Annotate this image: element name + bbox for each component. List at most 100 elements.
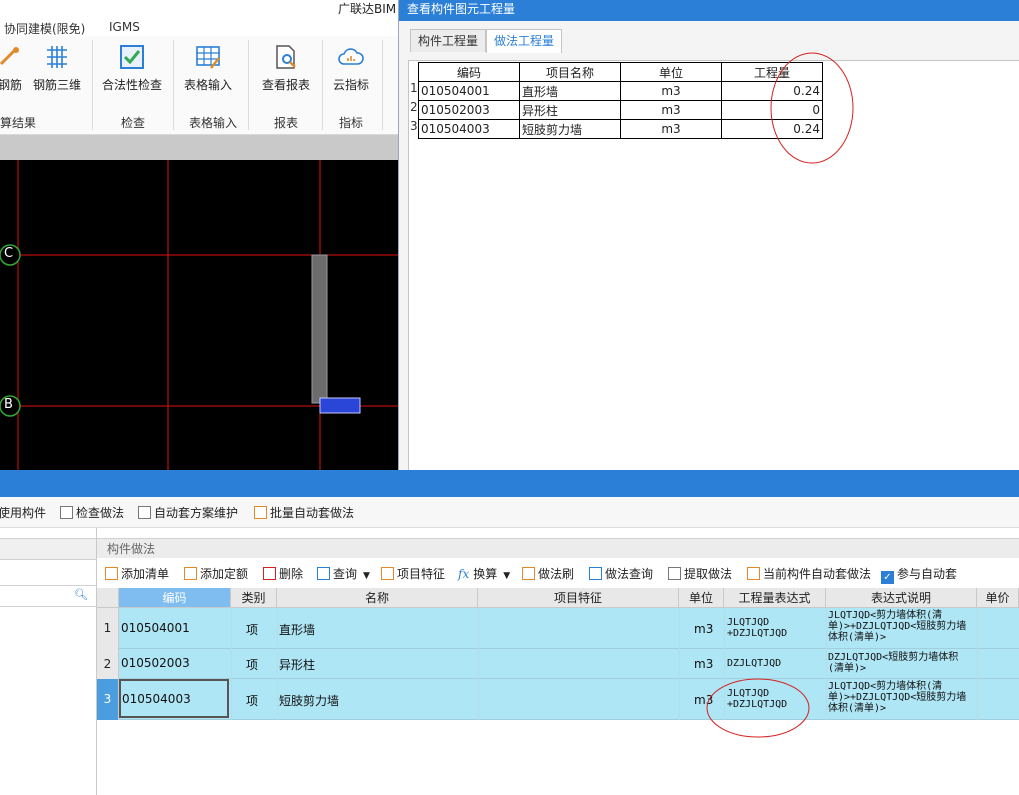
app-title: 广联达BIM	[338, 2, 397, 16]
menu-tab-collab[interactable]: 协同建模(限免)	[4, 20, 85, 37]
ribbon-separator	[382, 40, 383, 130]
use-component-button[interactable]: 使用构件	[0, 504, 46, 521]
ribbon-group-check: 检查	[120, 116, 145, 130]
table-row[interactable]: 3 010504003 项 短肢剪力墙 m3 JLQTJQD +DZJLQTJQ…	[97, 679, 1019, 720]
tab-method-quantity[interactable]: 做法工程量	[486, 29, 563, 53]
item-feature-button[interactable]: 项目特征	[381, 565, 445, 582]
cell-expr: JLQTJQD +DZJLQTJQD	[727, 617, 788, 639]
row-number: 3	[97, 679, 119, 720]
participate-auto-checkbox[interactable]: ✓ 参与自动套	[881, 565, 957, 584]
auto-method-icon	[747, 567, 760, 580]
validity-check-button[interactable]: 合法性检查	[98, 40, 166, 102]
delete-button[interactable]: 删除	[263, 565, 303, 582]
table-icon	[196, 46, 220, 69]
table-row[interactable]: 010502003 异形柱 m3 0	[418, 100, 823, 120]
current-auto-method-label: 当前构件自动套做法	[763, 567, 872, 581]
batch-auto-method-label: 批量自动套做法	[270, 506, 355, 520]
cell-code: 010504003	[418, 119, 520, 139]
cloud-index-label: 云指标	[332, 78, 369, 92]
grid-header-unit[interactable]: 单位	[679, 588, 724, 608]
ribbon-group-result: 算结果	[0, 116, 37, 130]
grid-header-feature[interactable]: 项目特征	[478, 588, 679, 608]
add-bill-button[interactable]: 添加清单	[105, 565, 169, 582]
add-quota-icon	[184, 567, 197, 580]
method-brush-button[interactable]: 做法刷	[522, 565, 574, 582]
cell-code: 010504001	[121, 621, 190, 635]
rebar-3d-button[interactable]: 钢筋三维	[30, 40, 84, 102]
rebar-3d-icon	[47, 46, 67, 68]
method-toolbar: 添加清单 添加定额 删除 查询 ▼ 项目特征 fx 换算 ▼ 做法刷 做法查询 提取做…	[97, 560, 1019, 586]
cell-code: 010502003	[121, 656, 190, 670]
view-report-label: 查看报表	[261, 78, 310, 92]
rebar-label: 钢筋	[0, 78, 22, 92]
table-header-row: 编码 项目名称 单位 工程量	[418, 62, 823, 82]
canvas-tab-bar	[0, 135, 398, 160]
chevron-down-icon[interactable]: ▼	[363, 571, 370, 581]
drawing-canvas[interactable]: C B	[0, 160, 398, 470]
fx-icon: fx	[458, 567, 470, 581]
table-row[interactable]: 010504001 直形墙 m3 0.24	[418, 81, 823, 101]
menu-tab-igms[interactable]: IGMS	[109, 20, 140, 34]
cell-type: 项	[246, 658, 259, 672]
checkbox-checked-icon: ✓	[881, 571, 894, 584]
grid-corner	[97, 588, 119, 608]
grid-header-desc[interactable]: 表达式说明	[826, 588, 977, 608]
grid-header-expr[interactable]: 工程量表达式	[724, 588, 826, 608]
extract-method-button[interactable]: 提取做法	[668, 565, 732, 582]
cell-code-selected[interactable]: 010504003	[119, 679, 229, 718]
col-header-name: 项目名称	[519, 62, 621, 82]
grid-header-price[interactable]: 单价	[977, 588, 1019, 608]
grid-header-type[interactable]: 类别	[231, 588, 277, 608]
search-icon[interactable]: 🔍︎	[74, 588, 88, 601]
add-quota-label: 添加定额	[200, 567, 249, 581]
method-quantity-table: 编码 项目名称 单位 工程量 010504001 直形墙 m3 0.24 010…	[418, 62, 823, 139]
view-report-button[interactable]: 查看报表	[256, 40, 316, 102]
cell-unit: m3	[620, 81, 722, 101]
method-query-label: 做法查询	[605, 567, 654, 581]
cell-unit: m3	[694, 622, 714, 636]
dialog-body: 构件工程量 做法工程量 1 2 3 编码 项目名称 单位 工程量 0105040…	[399, 21, 1019, 471]
column-element[interactable]	[319, 397, 361, 414]
batch-icon	[254, 506, 267, 519]
column-divider	[277, 608, 278, 720]
add-bill-label: 添加清单	[121, 567, 170, 581]
tab-component-quantity[interactable]: 构件工程量	[410, 29, 487, 52]
check-method-button[interactable]: 检查做法	[60, 504, 124, 521]
shear-wall-element[interactable]	[311, 254, 328, 404]
rebar-button[interactable]: 钢筋	[0, 40, 26, 102]
method-query-button[interactable]: 做法查询	[589, 565, 653, 582]
row-number: 1	[410, 81, 418, 95]
cell-desc: JLQTJQD<剪力墙体积(清单)>+DZJLQTJQD<短肢剪力墙体积(清单)…	[828, 610, 967, 643]
document-gear-icon	[138, 506, 151, 519]
cell-desc: JLQTJQD<剪力墙体积(清单)>+DZJLQTJQD<短肢剪力墙体积(清单)…	[828, 681, 967, 714]
row-number: 2	[97, 649, 119, 679]
table-input-button[interactable]: 表格输入	[180, 40, 236, 102]
dialog-table-panel: 1 2 3 编码 项目名称 单位 工程量 010504001 直形墙 m3 0.…	[408, 52, 1019, 471]
query-button[interactable]: 查询 ▼	[317, 565, 370, 582]
cloud-index-button[interactable]: 云指标	[328, 40, 374, 102]
report-icon	[276, 45, 296, 69]
current-auto-method-button[interactable]: 当前构件自动套做法	[747, 565, 871, 582]
batch-auto-method-button[interactable]: 批量自动套做法	[254, 504, 354, 521]
component-search-input[interactable]: 🔍︎	[0, 585, 96, 607]
grid-header-code[interactable]: 编码	[119, 588, 231, 608]
auto-plan-maintain-button[interactable]: 自动套方案维护	[138, 504, 238, 521]
table-row[interactable]: 010504003 短肢剪力墙 m3 0.24	[418, 119, 823, 139]
cell-unit: m3	[620, 100, 722, 120]
ribbon-separator	[173, 40, 174, 130]
cell-expr: DZJLQTJQD	[727, 658, 782, 669]
convert-button[interactable]: fx 换算 ▼	[458, 565, 510, 582]
search-icon	[317, 567, 330, 580]
check-method-label: 检查做法	[76, 506, 125, 520]
ribbon-separator	[92, 40, 93, 130]
table-row[interactable]: 1 010504001 项 直形墙 m3 JLQTJQD +DZJLQTJQD …	[97, 608, 1019, 649]
cell-unit: m3	[620, 119, 722, 139]
cell-name: 直形墙	[279, 623, 316, 637]
table-row[interactable]: 2 010502003 项 异形柱 m3 DZJLQTJQD DZJLQTJQD…	[97, 649, 1019, 679]
chevron-down-icon[interactable]: ▼	[503, 571, 510, 581]
rebar-3d-label: 钢筋三维	[32, 78, 81, 92]
grid-header-name[interactable]: 名称	[277, 588, 478, 608]
cell-name: 短肢剪力墙	[279, 694, 340, 708]
add-quota-button[interactable]: 添加定额	[184, 565, 248, 582]
document-search-icon	[589, 567, 602, 580]
